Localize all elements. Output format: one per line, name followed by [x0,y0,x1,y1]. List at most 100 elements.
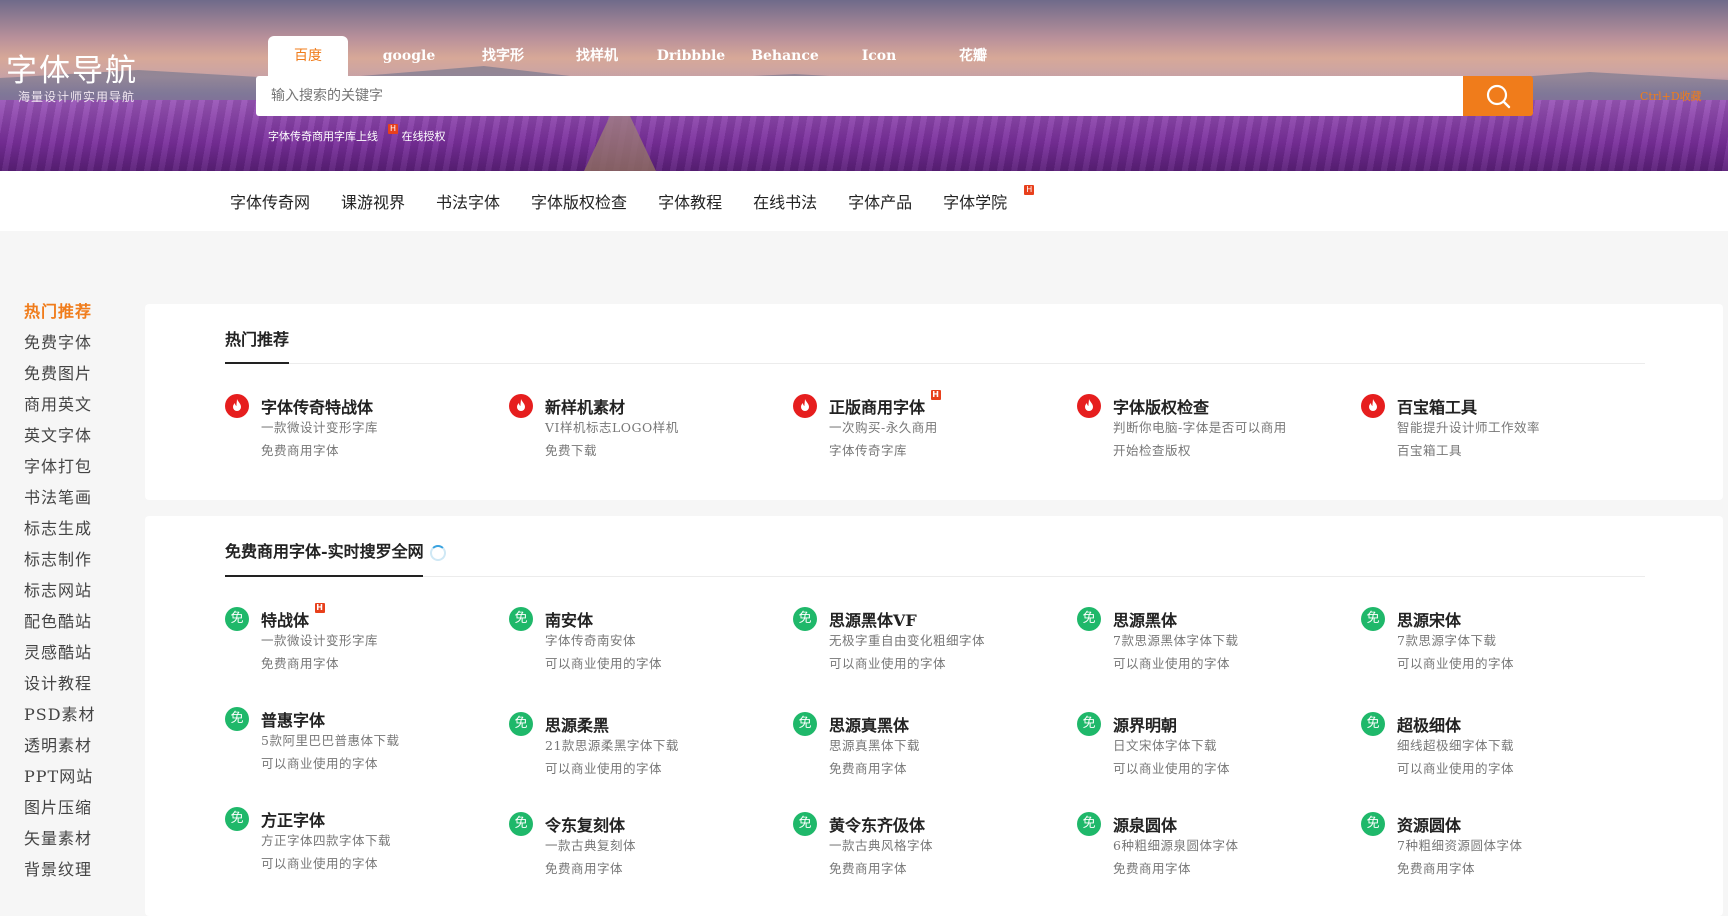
nav-item-ziti-chuanqi[interactable]: 字体传奇网 [230,189,310,213]
item-name-text: 思源真黑体 [829,716,910,735]
item-desc: 一款微设计变形字库 [261,420,379,435]
hot-section: 热门推荐 字体传奇特战体 一款微设计变形字库 免费商用字体 新样机素材 VI样机标志LO… [145,304,1723,500]
item-name-text: 新样机素材 [545,398,626,417]
sidebar-item[interactable]: 配色酷站 [24,606,124,637]
site-logo[interactable]: 字体导航 海量设计师实用导航 [6,54,156,105]
item-tag: 免费商用字体 [1397,861,1476,876]
nav-item-online-calligraphy[interactable]: 在线书法 [753,189,817,213]
free-icon: 免 [793,607,817,631]
sidebar-item[interactable]: 标志生成 [24,513,124,544]
nav-item-font-tutorial[interactable]: 字体教程 [658,189,722,213]
sidebar-item[interactable]: 设计教程 [24,668,124,699]
search-button[interactable] [1463,76,1533,116]
item-name-text: 资源圆体 [1397,816,1462,835]
search-icon [1486,84,1511,109]
search-bar [256,76,1533,116]
item-name: 源界明朝 [1113,712,1177,736]
item-tag: 免费商用字体 [261,656,340,671]
free-fonts-section: 免费商用字体-实时搜罗全网 免特战体 H 一款微设计变形字库 免费商用字体免南安体字… [145,516,1723,916]
item-desc: 一款古典复刻体 [545,838,637,853]
nav-item-copyright-check[interactable]: 字体版权检查 [531,189,627,213]
tab-zhaoziixing[interactable]: 找字形 [456,36,550,76]
fire-icon [793,394,817,418]
free-icon: 免 [1077,712,1101,736]
item-tag: 开始检查版权 [1113,443,1192,458]
hot-link-commercial[interactable]: 字体传奇商用字库上线 [268,128,378,144]
sidebar-item[interactable]: 商用英文 [24,389,124,420]
sidebar-item[interactable]: 字体打包 [24,451,124,482]
item-name-text: 源泉圆体 [1113,816,1178,835]
item-name-text: 百宝箱工具 [1397,398,1478,417]
sidebar-item[interactable]: 矢量素材 [24,823,124,854]
new-badge: H [388,124,398,134]
item-name-text: 思源黑体 [1113,611,1178,630]
tab-zhaoyangji[interactable]: 找样机 [550,36,644,76]
bookmark-shortcut[interactable]: Ctrl+D收藏 [1640,88,1702,104]
free-icon: 免 [509,712,533,736]
hot-link-online-license[interactable]: H 在线授权 [388,124,446,144]
section-underline [225,362,289,364]
new-badge: H [930,390,941,400]
item-desc: 一款古典风格字体 [829,838,934,853]
item-desc: 5款阿里巴巴普惠体下载 [261,733,400,748]
sidebar-item[interactable]: 免费图片 [24,358,124,389]
free-icon: 免 [509,812,533,836]
sidebar-item[interactable]: 标志网站 [24,575,124,606]
item-desc: 7种粗细资源圆体字体 [1397,838,1523,853]
item-name: 令东复刻体 [545,812,625,836]
sidebar-item[interactable]: 英文字体 [24,420,124,451]
sidebar-item[interactable]: 标志制作 [24,544,124,575]
sidebar-item[interactable]: 免费字体 [24,327,124,358]
sidebar-item[interactable]: 图片压缩 [24,792,124,823]
sidebar-item[interactable]: 书法笔画 [24,482,124,513]
item-name: 字体版权检查 [1113,394,1209,418]
item-tag: 免费商用字体 [545,861,624,876]
nav-item-keyou[interactable]: 课游视界 [341,189,405,213]
item-tag: 可以商业使用的字体 [545,656,663,671]
tab-dribbble[interactable]: Dribbble [644,36,738,76]
item-tag: 可以商业使用的字体 [1397,656,1515,671]
nav-item-font-academy[interactable]: 字体学院 H [943,185,1035,213]
item-name-text: 字体传奇特战体 [261,398,374,417]
free-icon: 免 [225,607,249,631]
fire-icon [225,394,249,418]
item-name: 南安体 [545,607,593,631]
item-tag: 百宝箱工具 [1397,443,1463,458]
sidebar-item[interactable]: 透明素材 [24,730,124,761]
item-name: 特战体 H [261,603,325,631]
tab-baidu[interactable]: 百度 [268,36,348,76]
item-name: 源泉圆体 [1113,812,1177,836]
item-name: 正版商用字体 H [829,390,941,418]
tab-icon[interactable]: Icon [832,36,926,76]
new-badge: H [1024,185,1035,195]
tab-google[interactable]: google [362,36,456,76]
sidebar: 热门推荐 免费字体 免费图片 商用英文 英文字体 字体打包 书法笔画 标志生成 … [24,296,124,885]
item-tag: 字体传奇字库 [829,443,908,458]
item-name-text: 普惠字体 [261,711,326,730]
item-desc: 一次购买-永久商用 [829,420,938,435]
section-divider [225,576,1645,577]
hot-link-label: 在线授权 [401,130,446,143]
item-desc: 智能提升设计师工作效率 [1397,420,1541,435]
section-underline [225,575,423,577]
search-input[interactable] [256,76,1463,116]
item-desc: 6种粗细源泉圆体字体 [1113,838,1239,853]
tab-huaban[interactable]: 花瓣 [926,36,1020,76]
sidebar-item[interactable]: 背景纹理 [24,854,124,885]
nav-item-calligraphy-font[interactable]: 书法字体 [436,189,500,213]
sidebar-item[interactable]: 灵感酷站 [24,637,124,668]
free-icon: 免 [1361,607,1385,631]
new-badge: H [314,603,325,613]
item-desc: VI样机标志LOGO样机 [545,420,679,435]
tab-behance[interactable]: Behance [738,36,832,76]
nav-item-font-products[interactable]: 字体产品 [848,189,912,213]
item-tag: 可以商业使用的字体 [261,756,379,771]
sidebar-item-hot[interactable]: 热门推荐 [24,296,124,327]
nav-item-label: 字体学院 [943,193,1008,212]
search-engine-tabs: 百度 google 找字形 找样机 Dribbble Behance Icon … [268,36,1020,76]
sidebar-item[interactable]: PSD素材 [24,699,124,730]
item-name-text: 正版商用字体 [829,398,926,417]
sidebar-item[interactable]: PPT网站 [24,761,124,792]
item-name-text: 思源宋体 [1397,611,1462,630]
item-desc: 7款思源黑体字体下载 [1113,633,1239,648]
